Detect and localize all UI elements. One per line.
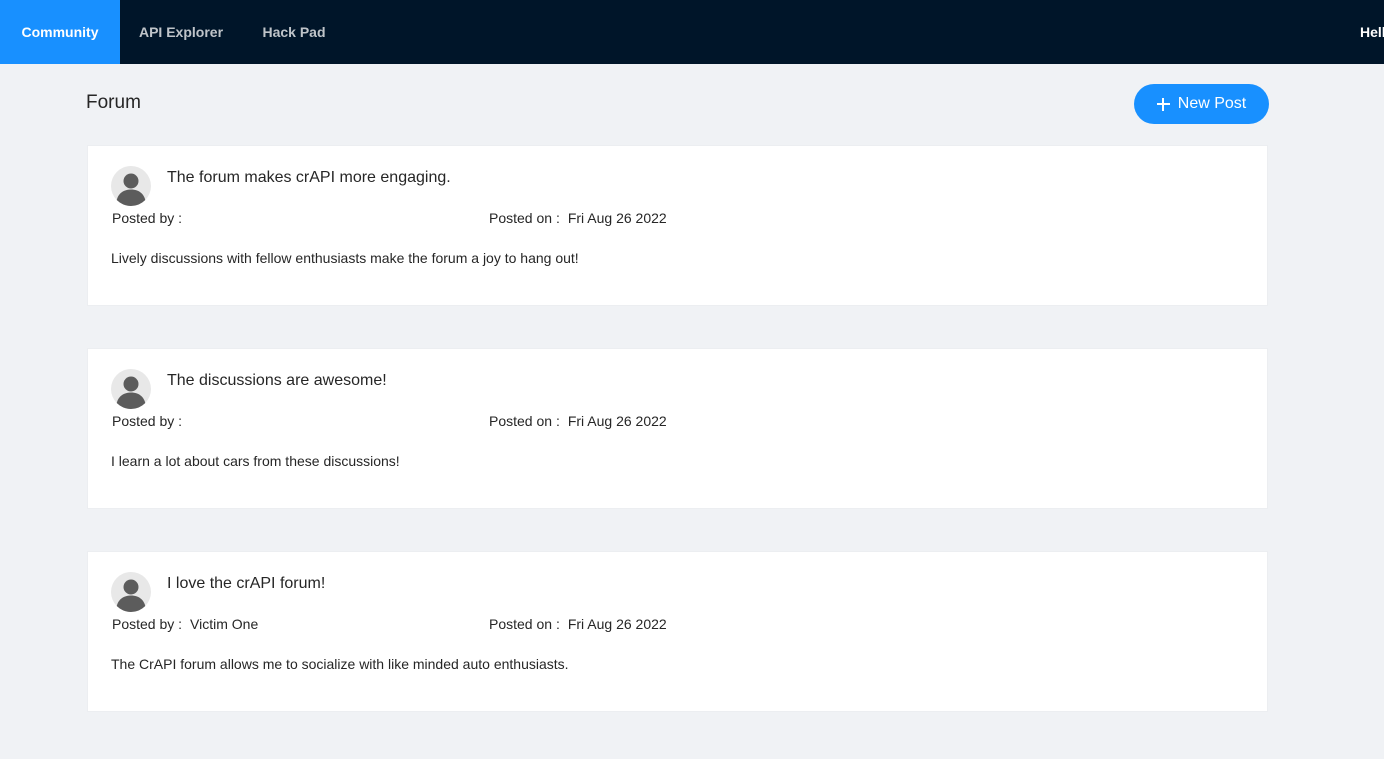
post-date: Fri Aug 26 2022	[567, 616, 667, 632]
post-author: Victim One	[190, 616, 259, 632]
post-title[interactable]: I love the crAPI forum!	[167, 575, 325, 593]
posted-on: Posted on : Fri Aug 26 2022	[489, 210, 667, 226]
tab-api-explorer[interactable]: API Explorer	[120, 0, 242, 64]
posted-on: Posted on : Fri Aug 26 2022	[489, 616, 667, 632]
post-body: The CrAPI forum allows me to socialize w…	[111, 656, 569, 672]
tab-community[interactable]: Community	[0, 0, 120, 64]
avatar-icon	[111, 166, 151, 206]
posted-on-label: Posted on :	[489, 210, 560, 226]
post-title[interactable]: The forum makes crAPI more engaging.	[167, 169, 451, 187]
avatar-icon	[111, 369, 151, 409]
post-card[interactable]: The forum makes crAPI more engaging. Pos…	[87, 145, 1268, 306]
post-card[interactable]: The discussions are awesome! Posted by :…	[87, 348, 1268, 509]
posted-on-label: Posted on :	[489, 413, 560, 429]
top-navigation-bar: Community API Explorer Hack Pad Hell	[0, 0, 1384, 64]
new-post-label: New Post	[1177, 95, 1247, 112]
plus-icon	[1156, 97, 1170, 111]
tab-hack-pad[interactable]: Hack Pad	[242, 0, 346, 64]
post-card[interactable]: I love the crAPI forum! Posted by : Victi…	[87, 551, 1268, 712]
post-body: Lively discussions with fellow enthusias…	[111, 250, 579, 266]
posted-by-label: Posted by :	[112, 210, 183, 226]
avatar-icon	[111, 572, 151, 612]
page-title: Forum	[86, 92, 141, 113]
new-post-button[interactable]: New Post	[1134, 84, 1269, 124]
post-title[interactable]: The discussions are awesome!	[167, 372, 387, 390]
posted-by: Posted by : Victim One	[112, 616, 258, 632]
user-greeting[interactable]: Hell	[1360, 0, 1384, 64]
post-date: Fri Aug 26 2022	[567, 210, 667, 226]
post-date: Fri Aug 26 2022	[567, 413, 667, 429]
posted-by-label: Posted by :	[112, 413, 183, 429]
posted-by: Posted by :	[112, 413, 190, 429]
posted-on-label: Posted on :	[489, 616, 560, 632]
posted-by-label: Posted by :	[112, 616, 183, 632]
posted-on: Posted on : Fri Aug 26 2022	[489, 413, 667, 429]
posted-by: Posted by :	[112, 210, 190, 226]
post-body: I learn a lot about cars from these disc…	[111, 453, 400, 469]
